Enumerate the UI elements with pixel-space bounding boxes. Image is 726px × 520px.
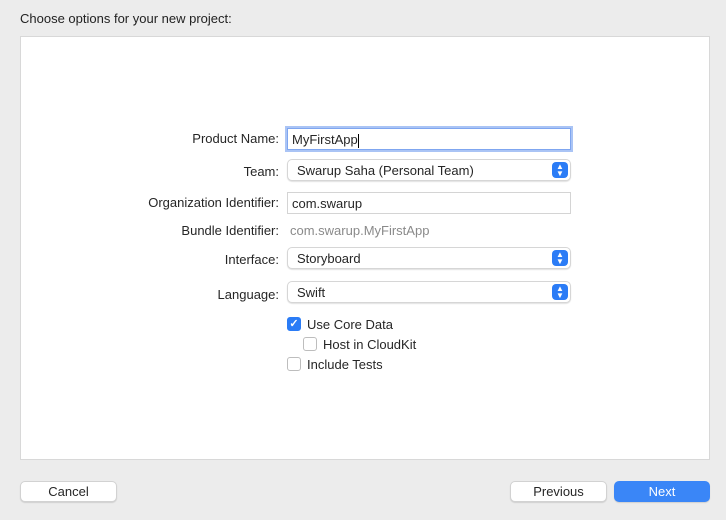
language-popup[interactable]: Swift ▲ ▼ (287, 281, 571, 303)
interface-label: Interface: (224, 252, 279, 267)
include-tests-checkbox[interactable] (287, 357, 301, 371)
team-popup[interactable]: Swarup Saha (Personal Team) ▲ ▼ (287, 159, 571, 181)
product-name-label: Product Name: (192, 131, 279, 146)
include-tests-label: Include Tests (307, 357, 383, 372)
updown-chevron-icon: ▲ ▼ (552, 162, 568, 178)
host-cloudkit-checkbox[interactable] (303, 337, 317, 351)
text-caret (357, 133, 359, 148)
updown-chevron-icon: ▲ ▼ (552, 250, 568, 266)
team-label: Team: (243, 164, 279, 179)
bundle-id-label: Bundle Identifier: (181, 223, 279, 238)
product-name-input[interactable]: MyFirstApp (287, 128, 571, 150)
cancel-button[interactable]: Cancel (20, 481, 117, 502)
org-id-label: Organization Identifier: (148, 195, 279, 210)
team-value: Swarup Saha (Personal Team) (297, 163, 474, 178)
language-label: Language: (217, 287, 279, 302)
org-id-input[interactable]: com.swarup (287, 192, 571, 214)
product-name-value: MyFirstApp (292, 132, 358, 147)
language-value: Swift (297, 285, 326, 300)
use-core-data-checkbox[interactable]: ✓ (287, 317, 301, 331)
updown-chevron-icon: ▲ ▼ (552, 284, 568, 300)
bundle-id-value: com.swarup.MyFirstApp (290, 223, 430, 238)
interface-value: Storyboard (297, 251, 361, 266)
next-button[interactable]: Next (614, 481, 710, 502)
interface-popup[interactable]: Storyboard ▲ ▼ (287, 247, 571, 269)
host-cloudkit-label: Host in CloudKit (323, 337, 417, 352)
dialog-title: Choose options for your new project: (20, 11, 232, 26)
previous-button[interactable]: Previous (510, 481, 607, 502)
use-core-data-label: Use Core Data (307, 317, 393, 332)
